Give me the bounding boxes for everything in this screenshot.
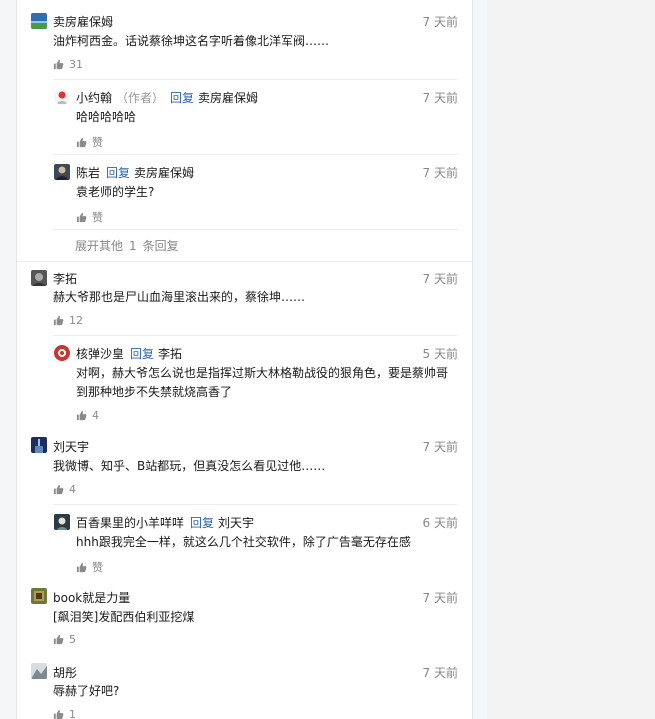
like-button[interactable]: 31 [53,58,83,71]
like-count: 31 [69,58,83,71]
avatar[interactable] [31,663,47,679]
comment-text: [飙泪笑]发配西伯利亚挖煤 [53,610,195,624]
reply-author-name[interactable]: 核弹沙皇 [76,347,124,361]
like-button[interactable]: 1 [53,708,76,719]
thumbs-up-icon [53,59,64,70]
like-button[interactable]: 4 [53,483,76,496]
reply-item: 小约翰 （作者） 回复 卖房雇保姆 7 天前 哈哈哈哈哈 赞 [53,79,458,154]
like-label: 赞 [92,561,103,574]
thumbs-up-icon [53,315,64,326]
reply-target-name[interactable]: 刘天宇 [218,516,254,530]
thumbs-up-icon [76,137,87,147]
thumbs-up-icon [53,484,64,495]
like-button[interactable]: 赞 [76,134,103,150]
reply-time: 7 天前 [422,166,458,180]
reply-label: 回复 [130,347,155,361]
comment-author[interactable]: 刘天宇 [53,438,89,455]
comment-author[interactable]: 李拓 [53,270,77,287]
comment-author[interactable]: 卖房雇保姆 [53,13,113,30]
reply-target-name[interactable]: 李拓 [158,347,182,361]
reply-target-name[interactable]: 卖房雇保姆 [134,166,194,180]
comment-item: book就是力量 7 天前 [飙泪笑]发配西伯利亚挖煤 5 [17,582,472,656]
comment-author[interactable]: book就是力量 [53,589,130,606]
comment-item: 卖房雇保姆 7 天前 油炸柯西金。话说蔡徐坤这名字听着像北洋军阀…… 31 小约… [17,0,472,260]
avatar[interactable] [31,13,47,29]
avatar[interactable] [54,514,70,530]
like-button[interactable]: 赞 [76,559,103,575]
like-count: 5 [69,633,76,646]
avatar[interactable] [31,270,47,286]
reply-author: 百香果里的小羊咩咩 回复 刘天宇 [76,514,254,531]
like-count: 4 [69,483,76,496]
comment-time: 7 天前 [422,272,458,286]
like-count: 4 [92,409,99,422]
reply-target-name[interactable]: 卖房雇保姆 [198,91,258,105]
reply-text: 哈哈哈哈哈 [76,110,137,124]
like-button[interactable]: 12 [53,314,83,327]
comment-time: 7 天前 [422,591,458,605]
reply-time: 6 天前 [422,516,458,530]
author-badge: （作者） [116,91,165,105]
reply-item: 陈岩 回复 卖房雇保姆 7 天前 袁老师的学生? 赞 [53,154,458,229]
avatar[interactable] [31,588,47,604]
avatar[interactable] [54,345,70,361]
like-count: 1 [69,708,76,719]
like-button[interactable]: 赞 [76,209,103,225]
reply-author: 核弹沙皇 回复 李拓 [76,345,182,362]
comment-panel: 卖房雇保姆 7 天前 油炸柯西金。话说蔡徐坤这名字听着像北洋军阀…… 31 小约… [16,0,473,719]
like-label: 赞 [92,136,103,149]
like-button[interactable]: 5 [53,633,76,646]
reply-author: 小约翰 （作者） 回复 卖房雇保姆 [76,89,258,106]
reply-author-name[interactable]: 陈岩 [76,166,100,180]
reply-text: hhh跟我完全一样，就这么几个社交软件，除了广告毫无存在感 [76,535,411,549]
reply-author-name[interactable]: 小约翰 [76,91,112,105]
reply-time: 7 天前 [422,91,458,105]
reply-author: 陈岩 回复 卖房雇保姆 [76,164,194,181]
divider [53,229,458,230]
comment-time: 7 天前 [422,440,458,454]
thumbs-up-icon [76,212,87,222]
comment-text: 辱赫了好吧? [53,684,120,698]
reply-label: 回复 [190,516,215,530]
right-sidebar [487,0,655,719]
reply-text: 袁老师的学生? [76,185,155,199]
comment-time: 7 天前 [422,15,458,29]
thumbs-up-icon [53,709,64,719]
thumbs-up-icon [76,562,87,572]
comment-time: 7 天前 [422,666,458,680]
page: 卖房雇保姆 7 天前 油炸柯西金。话说蔡徐坤这名字听着像北洋军阀…… 31 小约… [0,0,655,719]
comment-item: 胡彤 7 天前 辱赫了好吧? 1 [17,657,472,719]
reply-text-line: 到那种地步不失禁就烧高香了 [76,385,233,399]
like-count: 12 [69,314,83,327]
reply-author-name[interactable]: 百香果里的小羊咩咩 [76,516,184,530]
like-label: 赞 [92,211,103,224]
reply-item: 百香果里的小羊咩咩 回复 刘天宇 6 天前 hhh跟我完全一样，就这么几个社交软件，… [53,504,458,581]
expand-replies-link[interactable]: 展开其他 1 条回复 [75,237,179,254]
comment-author[interactable]: 胡彤 [53,664,77,681]
like-button[interactable]: 4 [76,409,99,422]
reply-time: 5 天前 [422,347,458,361]
thumbs-up-icon [76,410,87,421]
avatar[interactable] [31,437,47,453]
avatar[interactable] [54,89,70,105]
reply-label: 回复 [106,166,131,180]
avatar[interactable] [54,164,70,180]
comment-item: 李拓 7 天前 赫大爷那也是尸山血海里滚出来的，蔡徐坤…… 12 核弹沙皇 回复李… [17,262,472,430]
comment-text: 赫大爷那也是尸山血海里滚出来的，蔡徐坤…… [53,290,306,304]
reply-item: 核弹沙皇 回复 李拓 5 天前 对啊，赫大爷怎么说也是指挥过斯大林格勒战役的狠角色，… [53,335,458,430]
reply-label: 回复 [170,91,195,105]
thumbs-up-icon [53,634,64,645]
reply-text-line: 对啊，赫大爷怎么说也是指挥过斯大林格勒战役的狠角色，要是蔡帅哥 [76,366,449,380]
comment-text: 油炸柯西金。话说蔡徐坤这名字听着像北洋军阀…… [53,34,330,48]
comment-item: 刘天宇 7 天前 我微博、知乎、B站都玩，但真没怎么看见过他…… 4 百香果里的… [17,431,472,581]
comment-text: 我微博、知乎、B站都玩，但真没怎么看见过他…… [53,459,326,473]
